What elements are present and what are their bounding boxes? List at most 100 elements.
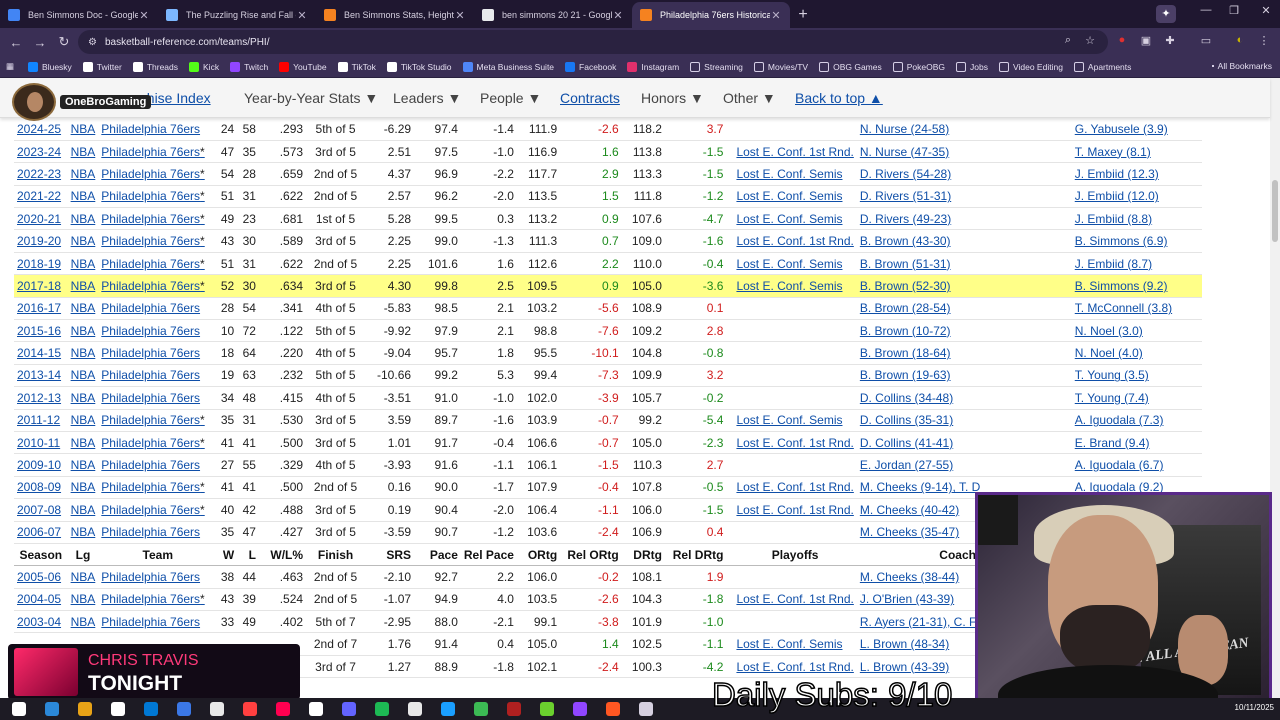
link-top-ws[interactable]: B. Simmons (9.2) [1075, 279, 1168, 293]
nav-leaders[interactable]: Leaders ▼ [393, 90, 461, 106]
taskbar-app-icon[interactable] [78, 702, 92, 716]
link-season[interactable]: 2022-23 [17, 167, 61, 181]
bookmark-item[interactable]: Twitch [230, 61, 268, 72]
link-team[interactable]: Philadelphia 76ers [101, 391, 200, 405]
browser-tab[interactable]: Philadelphia 76ers Historical St✕ [632, 2, 790, 28]
column-header-team[interactable]: Team [98, 542, 218, 567]
taskbar-app-icon[interactable] [606, 702, 620, 716]
column-header-rel-pace[interactable]: Rel Pace [460, 542, 517, 567]
link-coaches[interactable]: M. Cheeks (40-42) [860, 503, 959, 517]
link-league[interactable]: NBA [71, 189, 96, 203]
link-playoffs[interactable]: Lost E. Conf. Semis [736, 167, 842, 181]
link-playoffs[interactable]: Lost E. Conf. Semis [736, 189, 842, 203]
link-league[interactable]: NBA [71, 234, 96, 248]
link-league[interactable]: NBA [71, 391, 96, 405]
bookmark-item[interactable]: Movies/TV [753, 61, 808, 72]
taskbar-app-icon[interactable] [276, 702, 290, 716]
menu-icon[interactable]: ⋮ [1256, 34, 1272, 50]
link-league[interactable]: NBA [71, 346, 96, 360]
link-coaches[interactable]: R. Ayers (21-31), C. Fo [860, 615, 983, 629]
link-season[interactable]: 2004-05 [17, 592, 61, 606]
link-coaches[interactable]: D. Rivers (49-23) [860, 212, 951, 226]
bookmark-item[interactable]: TikTok [337, 61, 376, 72]
link-top-ws[interactable]: T. Maxey (8.1) [1075, 145, 1151, 159]
extensions-puzzle-icon[interactable]: ✚ [1162, 34, 1178, 50]
link-season[interactable]: 2012-13 [17, 391, 61, 405]
taskbar-app-icon[interactable] [474, 702, 488, 716]
link-playoffs[interactable]: Lost E. Conf. Semis [736, 637, 842, 651]
link-coaches[interactable]: D. Rivers (51-31) [860, 189, 951, 203]
link-coaches[interactable]: D. Collins (35-31) [860, 413, 953, 427]
bookmark-item[interactable]: TikTok Studio [386, 61, 452, 72]
link-league[interactable]: NBA [71, 167, 96, 181]
link-team[interactable]: Philadelphia 76ers [101, 458, 200, 472]
taskbar-app-icon[interactable] [342, 702, 356, 716]
scrollbar-thumb[interactable] [1272, 180, 1278, 242]
link-season[interactable]: 2016-17 [17, 301, 61, 315]
back-icon[interactable]: ← [4, 35, 28, 50]
link-league[interactable]: NBA [71, 301, 96, 315]
link-team[interactable]: Philadelphia 76ers [101, 324, 200, 338]
link-playoffs[interactable]: Lost E. Conf. 1st Rnd. [736, 592, 853, 606]
link-playoffs[interactable]: Lost E. Conf. 1st Rnd. [736, 234, 853, 248]
link-coaches[interactable]: D. Rivers (54-28) [860, 167, 951, 181]
bookmark-item[interactable]: Bluesky [28, 61, 72, 72]
bookmark-item[interactable]: Jobs [956, 61, 988, 72]
bookmark-item[interactable]: Apartments [1073, 61, 1131, 72]
column-header-drtg[interactable]: DRtg [621, 542, 665, 567]
zoom-icon[interactable]: ⌕ [1060, 34, 1076, 50]
link-coaches[interactable]: E. Jordan (27-55) [860, 458, 953, 472]
taskbar-app-icon[interactable] [540, 702, 554, 716]
link-season[interactable]: 2006-07 [17, 525, 61, 539]
bookmark-item[interactable]: Streaming [690, 61, 743, 72]
link-season[interactable]: 2014-15 [17, 346, 61, 360]
link-team[interactable]: Philadelphia 76ers [101, 615, 200, 629]
browser-tab[interactable]: The Puzzling Rise and Fall of Be✕ [158, 2, 316, 28]
column-header-rel-drtg[interactable]: Rel DRtg [664, 542, 727, 567]
link-team[interactable]: Philadelphia 76ers [101, 122, 200, 136]
taskbar-app-icon[interactable] [177, 702, 191, 716]
column-header-win-pct[interactable]: W/L% [258, 542, 307, 567]
link-league[interactable]: NBA [71, 212, 96, 226]
link-league[interactable]: NBA [71, 592, 96, 606]
link-playoffs[interactable]: Lost E. Conf. 1st Rnd. [736, 145, 853, 159]
link-coaches[interactable]: J. O'Brien (43-39) [860, 592, 954, 606]
taskbar-app-icon[interactable] [573, 702, 587, 716]
link-playoffs[interactable]: Lost E. Conf. 1st Rnd. [736, 660, 853, 674]
column-header-rel-ortg[interactable]: Rel ORtg [560, 542, 622, 567]
link-playoffs[interactable]: Lost E. Conf. Semis [736, 279, 842, 293]
link-team[interactable]: Philadelphia 76ers [101, 503, 204, 517]
link-team[interactable]: Philadelphia 76ers [101, 570, 200, 584]
link-top-ws[interactable]: B. Simmons (6.9) [1075, 234, 1168, 248]
column-header-srs[interactable]: SRS [365, 542, 415, 567]
link-top-ws[interactable]: E. Brand (9.4) [1075, 436, 1150, 450]
link-coaches[interactable]: B. Brown (51-31) [860, 257, 951, 271]
link-top-ws[interactable]: J. Embiid (12.3) [1075, 167, 1159, 181]
link-team[interactable]: Philadelphia 76ers [101, 413, 204, 427]
link-coaches[interactable]: N. Nurse (47-35) [860, 145, 949, 159]
link-team[interactable]: Philadelphia 76ers [101, 212, 204, 226]
address-bar[interactable]: ⚙ basketball-reference.com/teams/PHI/ [78, 30, 1108, 54]
link-coaches[interactable]: M. Cheeks (38-44) [860, 570, 959, 584]
taskbar-app-icon[interactable] [210, 702, 224, 716]
bookmark-item[interactable]: OBG Games [819, 61, 882, 72]
link-season[interactable]: 2008-09 [17, 480, 61, 494]
link-league[interactable]: NBA [71, 122, 96, 136]
link-season[interactable]: 2007-08 [17, 503, 61, 517]
link-playoffs[interactable]: Lost E. Conf. Semis [736, 257, 842, 271]
browser-tab[interactable]: Ben Simmons Doc - Google Dri✕ [0, 2, 158, 28]
bookmark-item[interactable]: YouTube [279, 61, 327, 72]
taskbar-app-icon[interactable] [144, 702, 158, 716]
link-top-ws[interactable]: J. Embiid (8.7) [1075, 257, 1152, 271]
link-league[interactable]: NBA [71, 525, 96, 539]
link-league[interactable]: NBA [71, 257, 96, 271]
close-window-icon[interactable]: ✕ [1252, 4, 1280, 17]
link-team[interactable]: Philadelphia 76ers [101, 167, 204, 181]
link-league[interactable]: NBA [71, 615, 96, 629]
link-coaches[interactable]: B. Brown (43-30) [860, 234, 951, 248]
link-season[interactable]: 2017-18 [17, 279, 61, 293]
link-playoffs[interactable]: Lost E. Conf. Semis [736, 413, 842, 427]
tab-close-icon[interactable]: ✕ [454, 9, 466, 22]
link-team[interactable]: Philadelphia 76ers [101, 368, 200, 382]
apps-icon[interactable]: ▦ [6, 61, 14, 72]
